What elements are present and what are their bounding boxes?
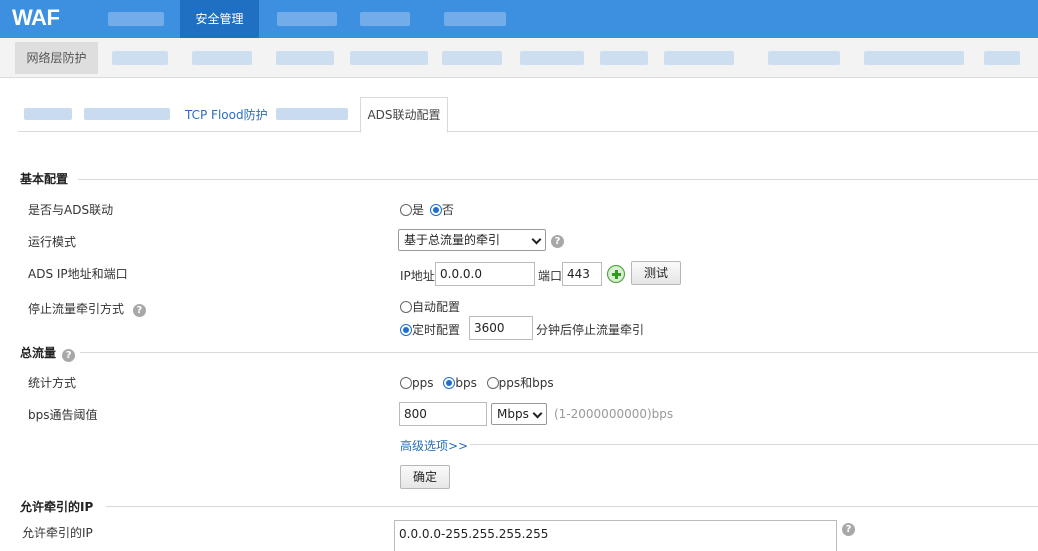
stop-mode-auto-option: 自动配置: [400, 298, 460, 315]
ads-link-no-radio[interactable]: [429, 204, 442, 216]
ads-port-input[interactable]: 443: [562, 262, 602, 286]
config-tabs: TCP Flood防护 ADS联动配置: [18, 96, 1038, 133]
ads-link-no-label: 否: [441, 203, 454, 217]
ads-ip-label: ADS IP地址和端口: [28, 267, 128, 281]
top-nav-bar: WAF 安全管理: [0, 0, 1038, 38]
sub-nav-item-redacted[interactable]: [442, 51, 502, 65]
section-total-title: 总流量 ?: [20, 344, 76, 362]
stat-pps-radio[interactable]: [400, 377, 412, 389]
run-mode-value: 基于总流量的牵引: [404, 233, 501, 247]
ads-link-radio-group: 是 否: [400, 201, 454, 218]
tab-redacted[interactable]: [84, 108, 170, 120]
help-icon[interactable]: ?: [62, 349, 76, 362]
sub-nav-bar: 网络层防护: [0, 38, 1038, 78]
stat-bps-radio[interactable]: [443, 377, 456, 389]
section-divider: [80, 352, 1038, 353]
ads-link-yes-label: 是: [412, 203, 425, 217]
stat-bps-label: bps: [455, 376, 477, 390]
section-basic-title: 基本配置: [20, 172, 69, 186]
section-divider: [470, 444, 1038, 445]
ads-port-prefix: 端口: [538, 269, 563, 283]
bps-unit-value: Mbps: [497, 407, 529, 421]
advanced-options-link[interactable]: 高级选项>>: [400, 437, 468, 454]
top-nav-item-redacted[interactable]: [360, 12, 410, 26]
chevron-down-icon: [531, 234, 542, 245]
stat-both-radio[interactable]: [486, 377, 499, 389]
stop-mode-label: 停止流量牵引方式 ?: [28, 300, 146, 317]
sub-nav-item-network[interactable]: 网络层防护: [15, 42, 98, 74]
allowed-ip-textarea[interactable]: 0.0.0.0-255.255.255.255: [394, 520, 837, 551]
bps-unit-select[interactable]: Mbps: [491, 403, 547, 425]
sub-nav-item-redacted[interactable]: [600, 51, 648, 65]
tab-redacted[interactable]: [276, 108, 348, 120]
sub-nav-item-redacted[interactable]: [664, 51, 734, 65]
stop-mode-timed-suffix: 分钟后停止流量牵引: [536, 323, 645, 337]
section-allowed-title: 允许牵引的IP: [20, 500, 94, 514]
stat-mode-label: 统计方式: [28, 376, 77, 390]
top-nav-item-redacted[interactable]: [108, 12, 164, 26]
tab-tcp-flood[interactable]: TCP Flood防护: [185, 106, 268, 123]
sub-nav-item-redacted[interactable]: [276, 51, 334, 65]
sub-nav-item-redacted[interactable]: [520, 51, 584, 65]
chevron-down-icon: [532, 408, 543, 419]
stop-mode-timed-radio[interactable]: [400, 324, 412, 336]
test-button[interactable]: 测试: [631, 261, 681, 285]
sub-nav-item-redacted[interactable]: [768, 51, 840, 65]
top-nav-item-redacted[interactable]: [277, 12, 337, 26]
ads-ip-input[interactable]: 0.0.0.0: [435, 262, 535, 286]
tab-redacted[interactable]: [24, 108, 72, 120]
section-divider: [106, 506, 1038, 507]
add-icon[interactable]: [607, 265, 625, 283]
stat-pps-label: pps: [412, 376, 434, 390]
stat-mode-radio-group: pps bps pps和bps: [400, 374, 554, 391]
run-mode-select[interactable]: 基于总流量的牵引: [398, 229, 546, 251]
section-divider: [78, 179, 1038, 180]
tab-ads-link[interactable]: ADS联动配置: [360, 97, 448, 133]
sub-nav-item-redacted[interactable]: [350, 51, 428, 65]
sub-nav-item-redacted[interactable]: [192, 51, 252, 65]
stop-mode-auto-radio[interactable]: [400, 301, 412, 313]
help-icon[interactable]: ?: [132, 304, 146, 317]
help-icon[interactable]: ?: [842, 523, 855, 536]
top-nav-item-redacted[interactable]: [444, 12, 506, 26]
stop-mode-timed-input[interactable]: 3600: [469, 316, 533, 340]
confirm-button[interactable]: 确定: [400, 465, 450, 489]
top-nav-item-security[interactable]: 安全管理: [180, 0, 259, 38]
bps-threshold-label: bps通告阈值: [28, 408, 98, 422]
help-icon[interactable]: ?: [551, 235, 564, 248]
stat-both-label: pps和bps: [498, 376, 554, 390]
section-total-title-text: 总流量: [20, 346, 57, 360]
stop-mode-timed-label: 定时配置: [412, 323, 461, 337]
ads-link-label: 是否与ADS联动: [28, 203, 114, 217]
allowed-ip-label: 允许牵引的IP: [22, 526, 93, 540]
stop-mode-auto-label: 自动配置: [412, 300, 461, 314]
bps-range-hint: (1-2000000000)bps: [554, 407, 674, 421]
sub-nav-item-redacted[interactable]: [112, 51, 168, 65]
ads-link-yes-radio[interactable]: [400, 204, 412, 216]
sub-nav-item-redacted[interactable]: [984, 51, 1020, 65]
stop-mode-timed-option: 定时配置: [400, 321, 460, 338]
sub-nav-item-redacted[interactable]: [864, 51, 964, 65]
bps-threshold-input[interactable]: 800: [399, 402, 487, 426]
ads-ip-prefix: IP地址: [400, 269, 435, 283]
stop-mode-label-text: 停止流量牵引方式: [28, 302, 125, 316]
app-logo: WAF: [12, 5, 60, 30]
run-mode-label: 运行模式: [28, 235, 77, 249]
